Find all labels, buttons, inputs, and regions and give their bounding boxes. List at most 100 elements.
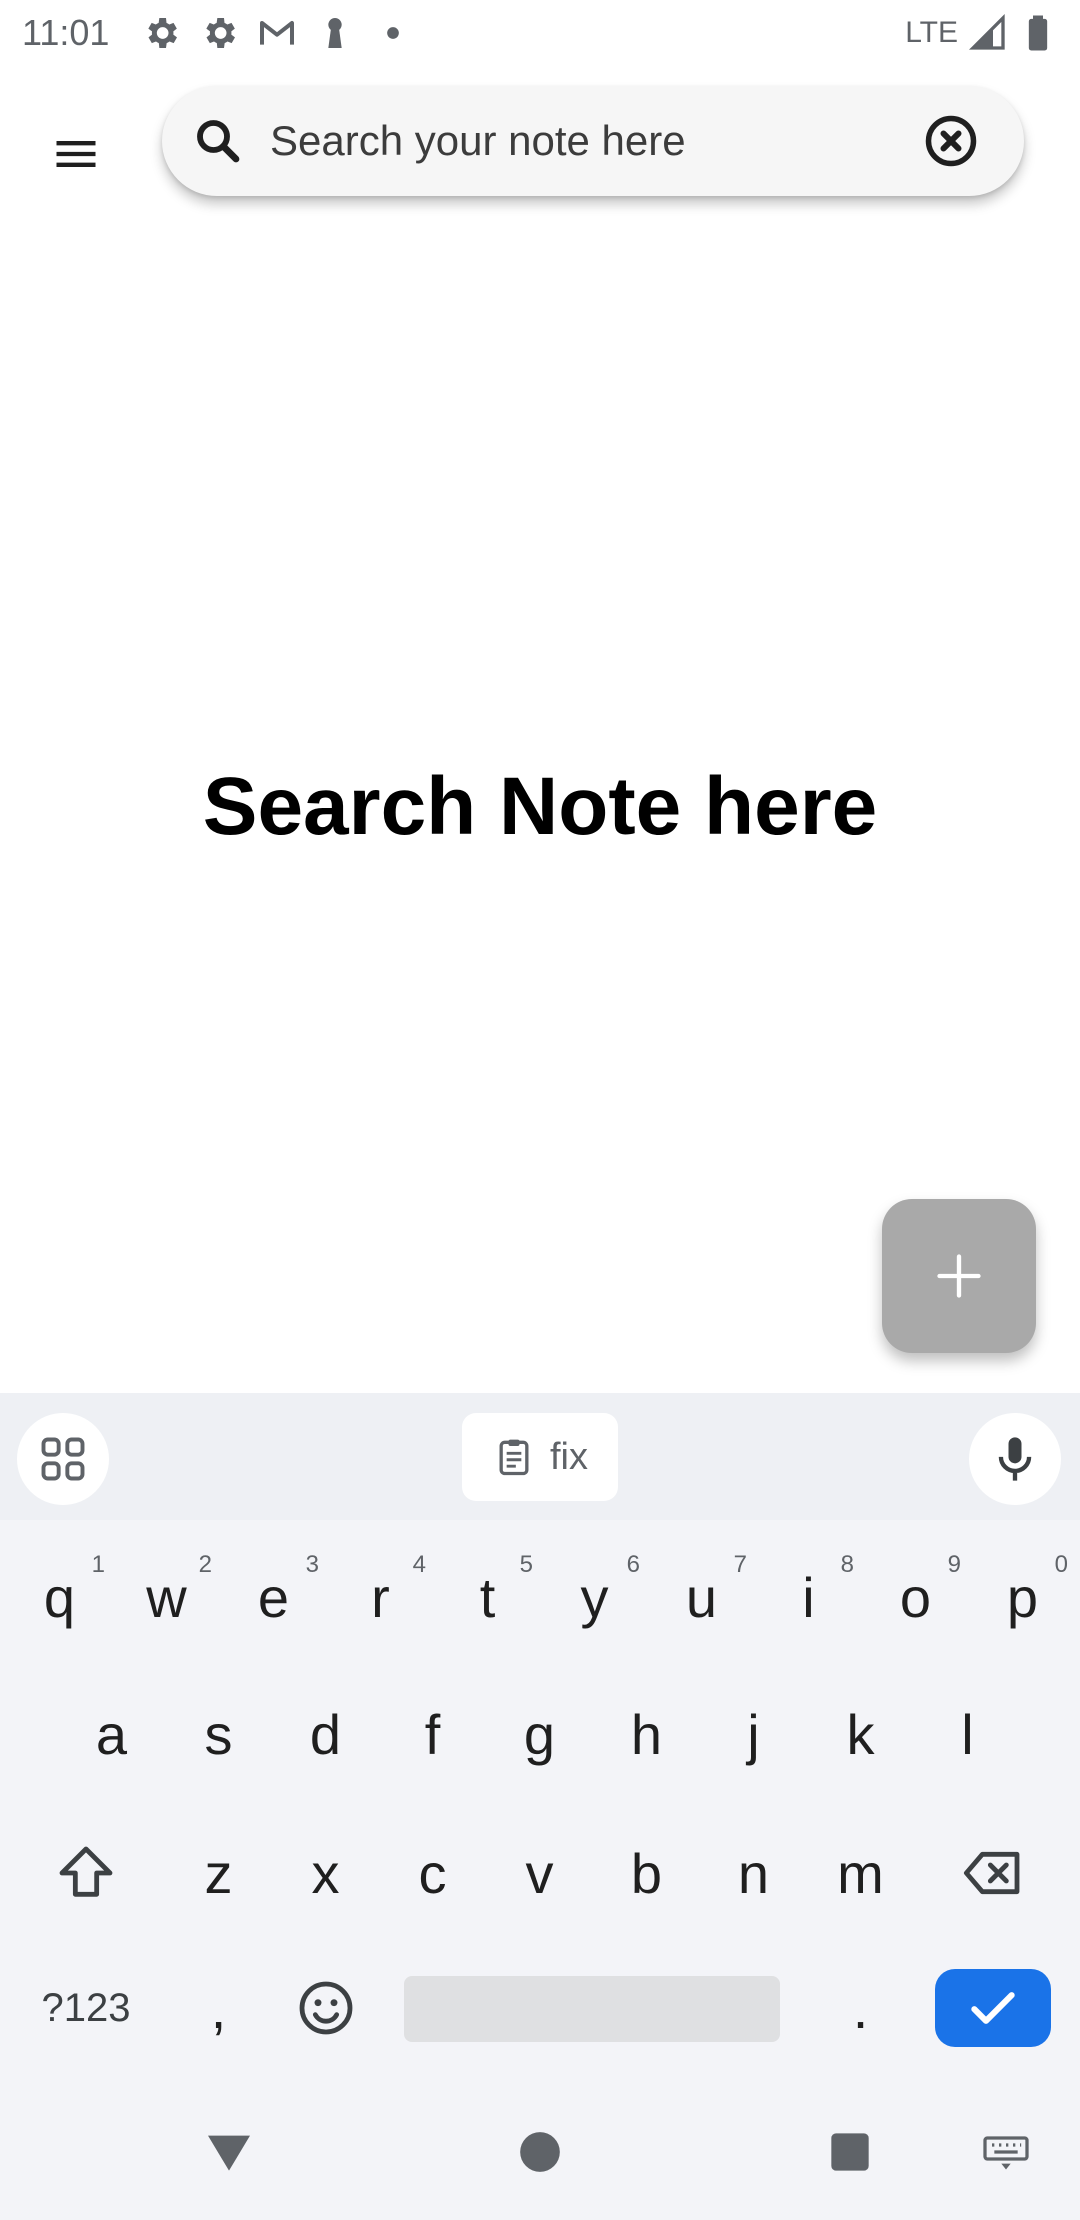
symbols-key[interactable]: ?123	[12, 1948, 160, 2068]
settings-icon	[199, 13, 239, 53]
key-label: y	[580, 1565, 609, 1629]
key-m[interactable]: m	[807, 1813, 914, 1933]
plus-icon	[937, 1254, 981, 1298]
top-app-bar	[0, 66, 1080, 220]
key-hint: 6	[626, 1551, 640, 1578]
key-b[interactable]: b	[593, 1813, 700, 1933]
key-q[interactable]: q1	[6, 1537, 113, 1657]
key-d[interactable]: d	[272, 1674, 379, 1794]
keyboard-row-3: z x c v b n m	[0, 1813, 1080, 1933]
keyboard-switch-icon	[983, 2136, 1029, 2170]
key-label: t	[479, 1565, 496, 1629]
empty-state-title: Search Note here	[202, 761, 878, 852]
key-p[interactable]: p0	[969, 1537, 1076, 1657]
key-hint: 0	[1054, 1551, 1068, 1578]
clipboard-suggestion-chip[interactable]: fix	[462, 1413, 618, 1501]
key-j[interactable]: j	[700, 1674, 807, 1794]
check-icon	[971, 1992, 1015, 2024]
key-hint: 1	[91, 1551, 105, 1578]
back-icon	[208, 2135, 250, 2171]
add-note-button[interactable]	[882, 1199, 1036, 1353]
key-hint: 7	[733, 1551, 747, 1578]
key-hint: 8	[840, 1551, 854, 1578]
dot-icon	[373, 13, 413, 53]
space-bar[interactable]	[404, 1976, 780, 2042]
key-label: u	[685, 1565, 718, 1629]
key-y[interactable]: y6	[541, 1537, 648, 1657]
status-time: 11:01	[22, 12, 110, 53]
status-right: LTE	[905, 13, 1058, 53]
search-input[interactable]	[270, 117, 918, 165]
clipboard-icon	[499, 1439, 529, 1476]
key-f[interactable]: f	[379, 1674, 486, 1794]
backspace-icon	[963, 1851, 1020, 1895]
key-label: e	[257, 1565, 290, 1629]
key-label: p	[1006, 1565, 1039, 1629]
notes-search-screen: 11:01 LTE Search your note here Search N…	[0, 0, 1080, 2220]
key-l[interactable]: l	[914, 1674, 1021, 1794]
keyboard-switch-button[interactable]	[966, 2112, 1046, 2192]
key-hint: 9	[947, 1551, 961, 1578]
home-button[interactable]	[500, 2112, 580, 2192]
keyboard-toolbar: fix	[0, 1393, 1080, 1520]
key-n[interactable]: n	[700, 1813, 807, 1933]
search-icon	[188, 111, 248, 171]
battery-icon	[1018, 13, 1058, 53]
mic-icon	[998, 1437, 1032, 1481]
key-r[interactable]: r4	[327, 1537, 434, 1657]
key-w[interactable]: w2	[113, 1537, 220, 1657]
home-icon	[520, 2132, 560, 2172]
key-hint: 3	[305, 1551, 319, 1578]
status-bar: 11:01 LTE	[0, 0, 1080, 66]
keyhole-icon	[315, 13, 355, 53]
shift-key[interactable]	[12, 1813, 160, 1933]
key-o[interactable]: o9	[862, 1537, 969, 1657]
key-z[interactable]: z	[165, 1813, 272, 1933]
status-left: 11:01	[22, 12, 413, 54]
key-hint: 2	[198, 1551, 212, 1578]
key-e[interactable]: e3	[220, 1537, 327, 1657]
key-x[interactable]: x	[272, 1813, 379, 1933]
key-hint: 4	[412, 1551, 426, 1578]
key-label: i	[802, 1565, 815, 1629]
key-label: o	[899, 1565, 932, 1629]
key-u[interactable]: u7	[648, 1537, 755, 1657]
recents-button[interactable]	[810, 2112, 890, 2192]
key-period[interactable]: .	[807, 1948, 914, 2068]
network-type: LTE	[905, 16, 958, 49]
enter-key[interactable]	[935, 1969, 1051, 2047]
clear-circle-icon	[925, 115, 977, 167]
key-t[interactable]: t5	[434, 1537, 541, 1657]
settings-icon	[141, 13, 181, 53]
voice-input-button[interactable]	[969, 1413, 1061, 1505]
key-i[interactable]: i8	[755, 1537, 862, 1657]
key-h[interactable]: h	[593, 1674, 700, 1794]
menu-icon	[56, 141, 96, 167]
emoji-icon	[299, 1981, 352, 2035]
grid-icon	[41, 1437, 85, 1481]
emoji-key[interactable]	[272, 1948, 379, 2068]
menu-button[interactable]	[36, 114, 116, 194]
key-k[interactable]: k	[807, 1674, 914, 1794]
gmail-icon	[257, 13, 297, 53]
key-v[interactable]: v	[486, 1813, 593, 1933]
key-c[interactable]: c	[379, 1813, 486, 1933]
system-navigation-bar	[0, 2090, 1080, 2220]
search-bar[interactable]	[162, 86, 1024, 196]
key-s[interactable]: s	[165, 1674, 272, 1794]
signal-icon	[968, 13, 1008, 53]
clipboard-suggestion-label: fix	[550, 1435, 588, 1478]
keyboard-row-2: a s d f g h j k l	[0, 1674, 1080, 1794]
key-g[interactable]: g	[486, 1674, 593, 1794]
key-comma[interactable]: ,	[165, 1948, 272, 2068]
key-label: w	[146, 1565, 187, 1629]
backspace-key[interactable]	[918, 1813, 1068, 1933]
shift-icon	[59, 1846, 113, 1897]
keyboard-apps-button[interactable]	[17, 1413, 109, 1505]
clear-search-button[interactable]	[918, 108, 984, 174]
key-label: r	[371, 1565, 390, 1629]
recents-icon	[831, 2133, 869, 2171]
back-button[interactable]	[189, 2112, 269, 2192]
key-a[interactable]: a	[58, 1674, 165, 1794]
key-hint: 5	[519, 1551, 533, 1578]
